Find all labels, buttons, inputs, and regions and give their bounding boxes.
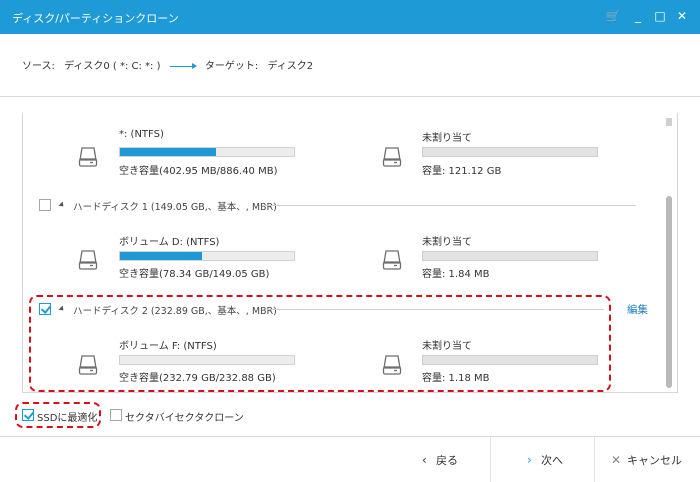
ssd-optimize-checkbox[interactable]: [22, 409, 34, 421]
hard-drive-icon: [78, 147, 98, 167]
partition-name[interactable]: *: (NTFS): [119, 129, 164, 140]
partition-usage-fill: [120, 148, 216, 156]
partition-capacity: 空き容量(232.79 GB/232.88 GB): [119, 373, 276, 384]
minimize-button[interactable]: _: [630, 8, 646, 24]
target-label: ターゲット:: [204, 61, 259, 72]
partition-name[interactable]: ボリューム F: (NTFS): [119, 337, 217, 352]
next-button-label: 次へ: [541, 454, 563, 467]
clone-route: ソース: ディスク0 ( *: C: *: ) ターゲット: ディスク2: [22, 57, 313, 72]
sector-clone-label[interactable]: セクタバイセクタクローン: [125, 409, 244, 424]
hard-drive-icon: [382, 355, 402, 375]
partition-capacity: 空き容量(78.34 GB/149.05 GB): [119, 269, 270, 280]
chevron-left-icon: ‹: [422, 453, 427, 467]
target-value: ディスク2: [267, 61, 314, 72]
hard-drive-icon: [78, 355, 98, 375]
cart-icon[interactable]: 🛒: [605, 8, 621, 24]
sector-clone-checkbox[interactable]: [110, 409, 122, 421]
disk-2-header: ハードディスク 2 (232.89 GB,、基本、, MBR): [73, 306, 277, 317]
arrow-right-icon: [169, 62, 197, 69]
close-button[interactable]: ✕: [674, 8, 690, 24]
partition-capacity: 空き容量(402.95 MB/886.40 MB): [119, 166, 278, 177]
partition-usage-bar: [422, 355, 598, 365]
source-label: ソース:: [22, 61, 55, 72]
partition-name[interactable]: 未割り当て: [422, 129, 472, 144]
partition-usage-fill: [120, 252, 202, 260]
back-button[interactable]: ‹ 戻る: [397, 437, 490, 482]
maximize-button[interactable]: □: [652, 8, 668, 24]
partition-name[interactable]: 未割り当て: [422, 337, 472, 352]
source-value: ディスク0 ( *: C: *: ): [64, 61, 161, 72]
disk-1-checkbox[interactable]: [39, 199, 51, 211]
partition-name[interactable]: 未割り当て: [422, 233, 472, 248]
next-button[interactable]: › 次へ: [490, 437, 594, 482]
hard-drive-icon: [382, 147, 402, 167]
divider: [0, 96, 700, 97]
partition-usage-bar: [422, 251, 598, 261]
partition-usage-bar: [422, 147, 598, 157]
disk-divider: [266, 309, 604, 310]
back-button-label: 戻る: [436, 454, 458, 467]
edit-link[interactable]: 編集: [627, 302, 648, 317]
partition-capacity: 容量: 1.84 MB: [422, 269, 490, 280]
chevron-right-icon: ›: [527, 453, 532, 467]
close-icon: ✕: [611, 453, 622, 467]
cancel-button-label: キャンセル: [627, 454, 682, 467]
partition-name[interactable]: ボリューム D: (NTFS): [119, 233, 219, 248]
hard-drive-icon: [78, 250, 98, 270]
title-bar: ディスク/パーティションクローン 🛒 _ □ ✕: [0, 0, 700, 34]
disk-2-checkbox[interactable]: [39, 303, 51, 315]
scrollbar-thumb[interactable]: [666, 196, 672, 388]
partition-capacity: 容量: 1.18 MB: [422, 373, 490, 384]
window-title: ディスク/パーティションクローン: [12, 12, 179, 25]
ssd-optimize-label[interactable]: SSDに最適化: [37, 409, 97, 424]
disk-divider: [262, 205, 636, 206]
disk-1-header: ハードディスク 1 (149.05 GB,、基本、, MBR): [73, 202, 277, 213]
partition-usage-bar: [119, 355, 295, 365]
footer-bar: ‹ 戻る › 次へ ✕ キャンセル: [0, 436, 700, 482]
partition-capacity: 容量: 121.12 GB: [422, 166, 502, 177]
partition-usage-bar: [119, 147, 295, 157]
scrollbar-top[interactable]: [666, 118, 672, 126]
partition-usage-bar: [119, 251, 295, 261]
cancel-button[interactable]: ✕ キャンセル: [594, 437, 700, 482]
hard-drive-icon: [382, 250, 402, 270]
